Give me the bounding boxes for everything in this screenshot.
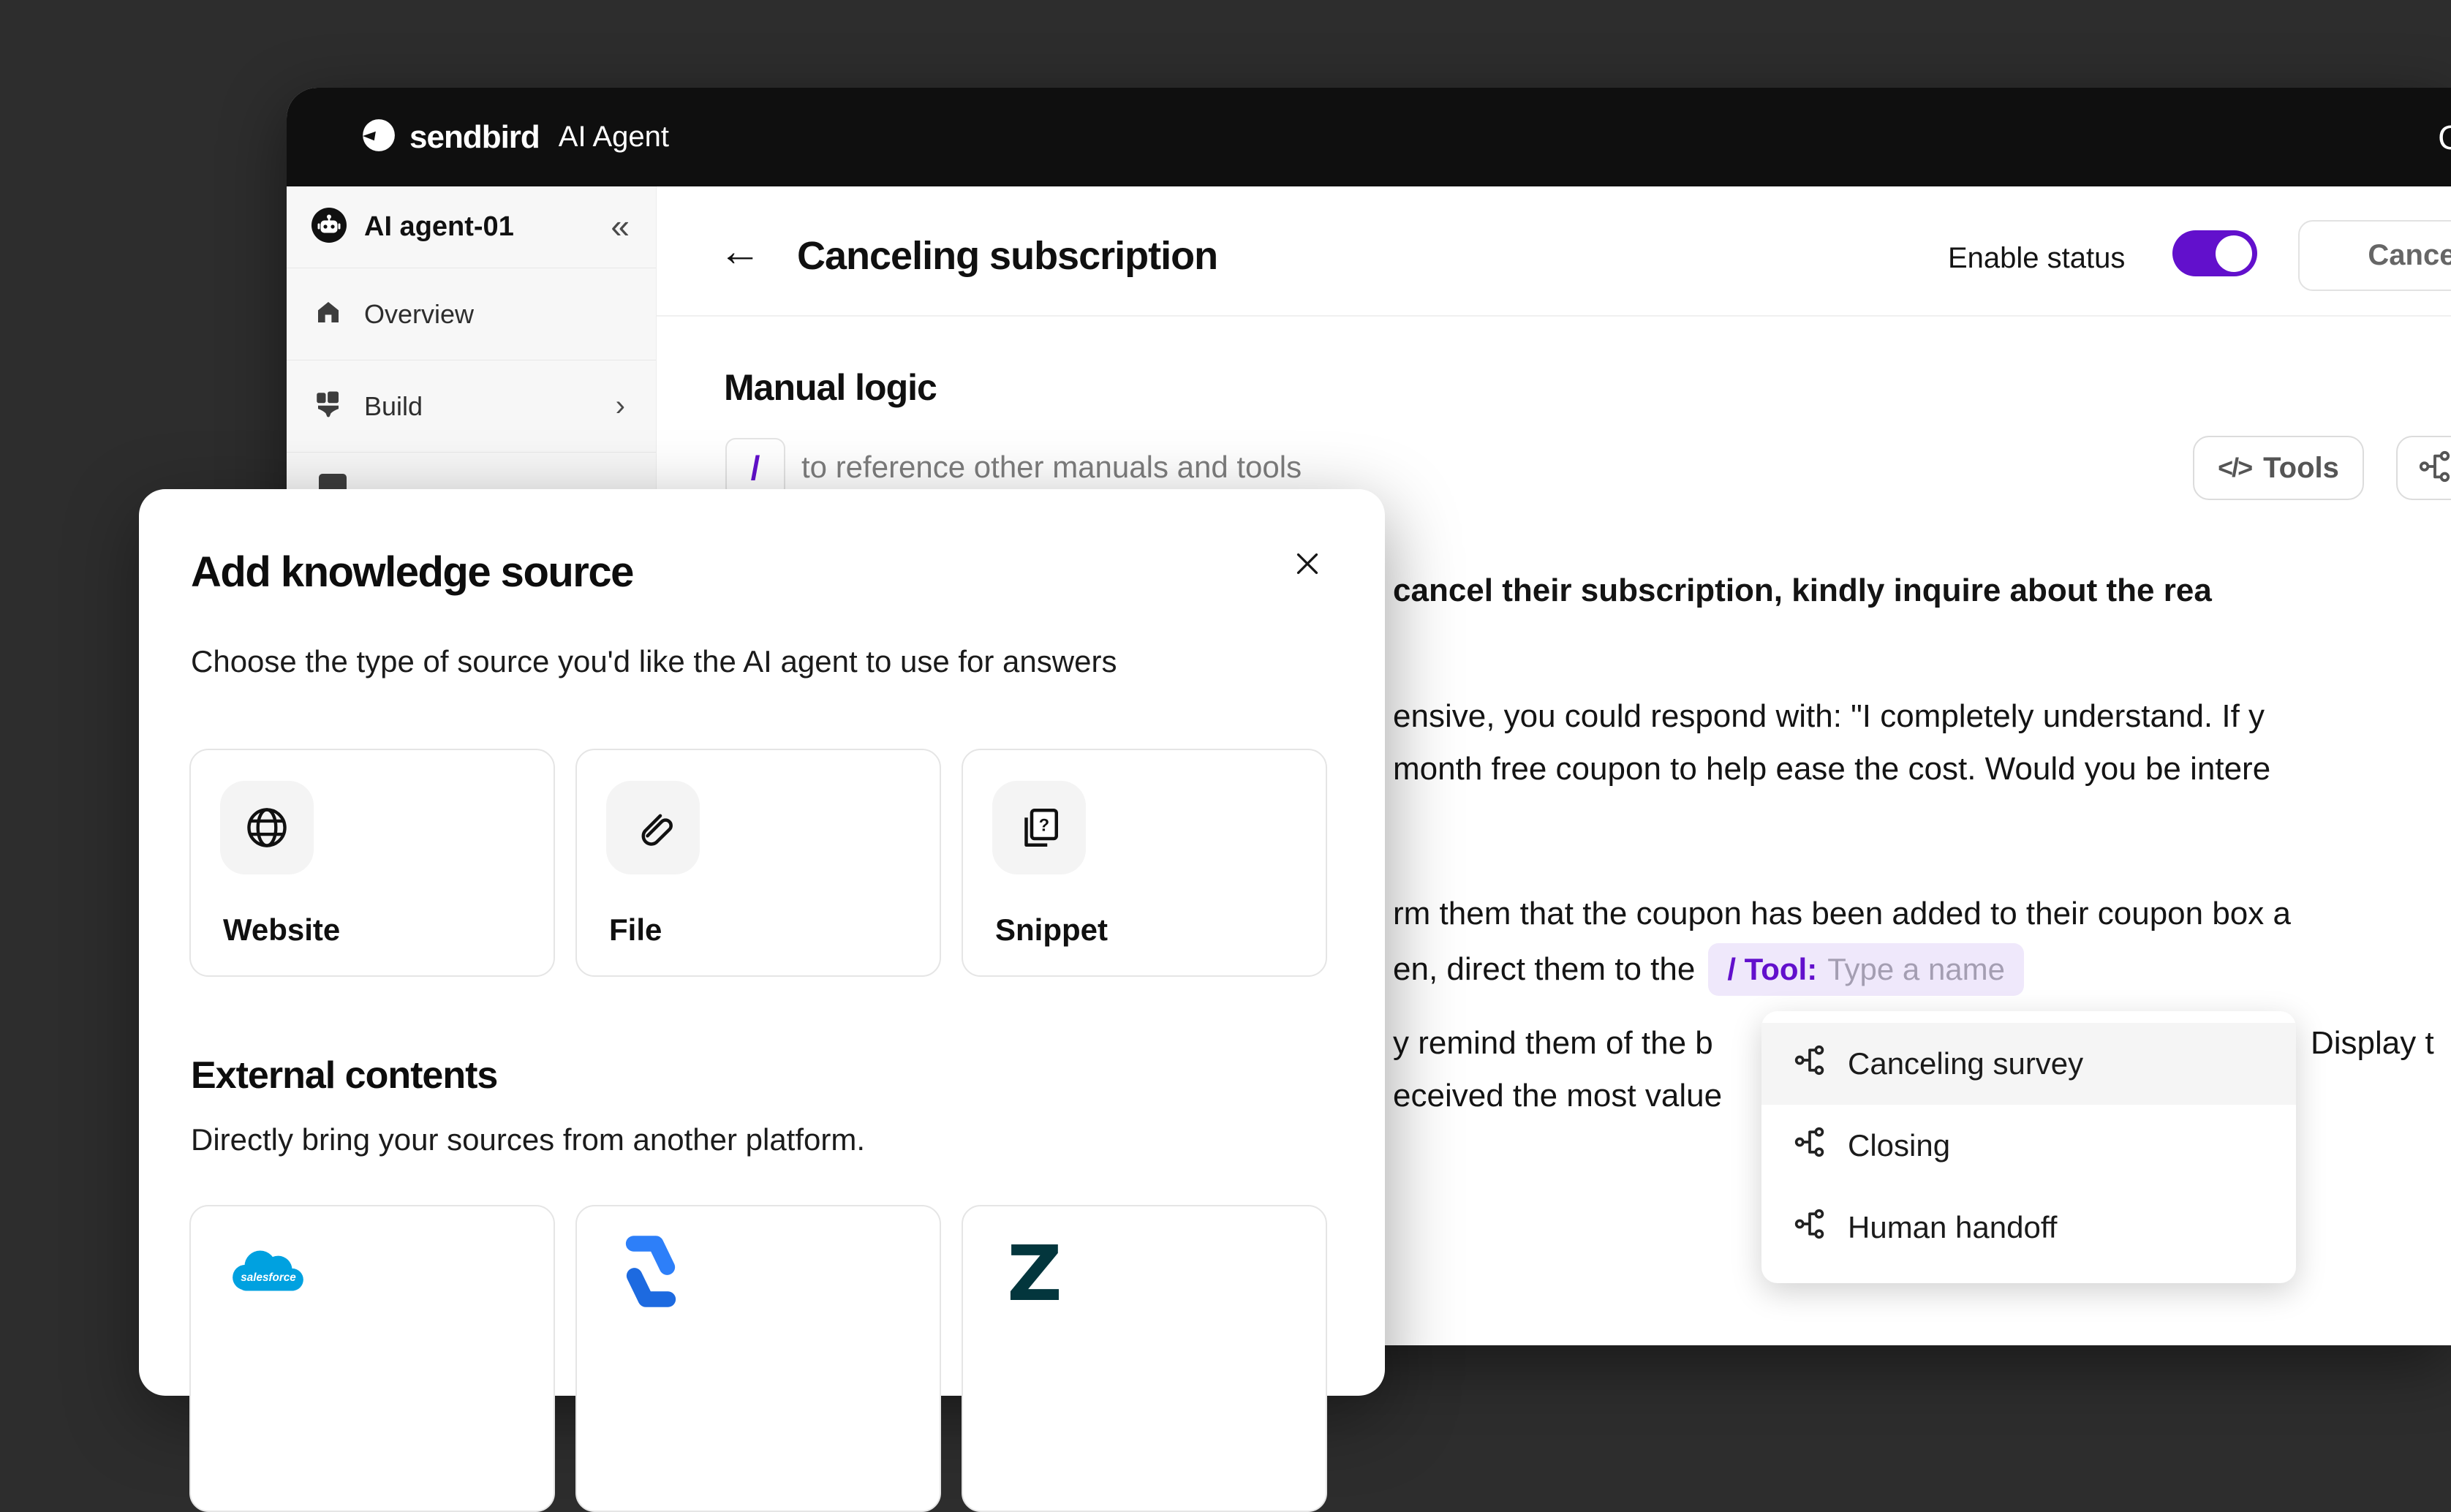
topbar: sendbird AI Agent O bbox=[287, 88, 2451, 186]
workflow-button[interactable] bbox=[2396, 436, 2451, 500]
sidebar-item-label: Build bbox=[364, 390, 423, 421]
editor-line: cancel their subscription, kindly inquir… bbox=[1393, 572, 2212, 608]
external-contents-title: External contents bbox=[191, 1054, 498, 1097]
external-contents-subtitle: Directly bring your sources from another… bbox=[191, 1122, 866, 1157]
tool-trigger-label: / Tool: bbox=[1727, 952, 1818, 986]
editor-line-with-tool: en, direct them to the / Tool: Type a na… bbox=[1393, 943, 2024, 996]
dropdown-item-label: Human handoff bbox=[1848, 1210, 2058, 1244]
sidebar-partial-item-icon bbox=[319, 474, 347, 490]
modal-subtitle: Choose the type of source you'd like the… bbox=[191, 644, 1117, 678]
product-name: AI Agent bbox=[558, 121, 670, 153]
source-card-label: File bbox=[609, 912, 662, 947]
dropdown-item-label: Closing bbox=[1848, 1128, 1951, 1163]
enable-status-toggle[interactable] bbox=[2172, 230, 2257, 276]
tool-name-placeholder: Type a name bbox=[1827, 952, 2005, 986]
editor-line: eceived the most value bbox=[1393, 1078, 1723, 1114]
brush-icon bbox=[313, 389, 344, 423]
snippet-icon: ? bbox=[992, 781, 1086, 874]
tool-suggestion-dropdown: Canceling survey Closing Human handoff bbox=[1761, 1011, 2296, 1283]
workflow-icon bbox=[2418, 450, 2451, 487]
source-card-file[interactable]: File bbox=[575, 749, 941, 977]
tool-name-input[interactable]: / Tool: Type a name bbox=[1708, 943, 2024, 996]
toggle-knob bbox=[2216, 235, 2252, 272]
editor-line: rm them that the coupon has been added t… bbox=[1393, 896, 2291, 931]
salesforce-wordmark: salesforce bbox=[241, 1271, 296, 1284]
paperclip-icon bbox=[606, 781, 700, 874]
close-icon[interactable] bbox=[1288, 545, 1326, 583]
enable-status-label: Enable status bbox=[1948, 242, 2126, 274]
editor-line: en, direct them to the bbox=[1393, 951, 1696, 987]
workflow-icon bbox=[1794, 1126, 1826, 1165]
cancel-button[interactable]: Cancel bbox=[2298, 220, 2451, 291]
editor-line: ensive, you could respond with: "I compl… bbox=[1393, 698, 2265, 734]
svg-text:Z: Z bbox=[1007, 1236, 1062, 1303]
globe-icon bbox=[220, 781, 314, 874]
page-header: ← Canceling subscription Enable status C… bbox=[657, 186, 2451, 317]
platform-card-confluence[interactable] bbox=[575, 1205, 941, 1512]
source-card-snippet[interactable]: ? Snippet bbox=[962, 749, 1327, 977]
dropdown-item-label: Canceling survey bbox=[1848, 1046, 2084, 1081]
code-icon: </> bbox=[2218, 453, 2253, 483]
sidebar-item-overview[interactable]: Overview bbox=[287, 268, 656, 360]
editor-line: Display t bbox=[2311, 1025, 2434, 1061]
back-arrow-icon[interactable]: ← bbox=[719, 230, 761, 273]
section-title: Manual logic bbox=[724, 367, 937, 408]
source-card-label: Snippet bbox=[995, 912, 1108, 947]
modal-title: Add knowledge source bbox=[191, 548, 634, 596]
salesforce-logo: salesforce bbox=[227, 1244, 309, 1304]
workflow-icon bbox=[1794, 1044, 1826, 1084]
topbar-right-truncated-text[interactable]: O bbox=[2438, 118, 2451, 157]
workflow-icon bbox=[1794, 1208, 1826, 1247]
sidebar-agent-selector[interactable]: AI agent-01 « bbox=[287, 186, 656, 268]
sidebar-item-build[interactable]: Build › bbox=[287, 360, 656, 453]
robot-avatar-icon bbox=[311, 208, 347, 246]
page-title: Canceling subscription bbox=[797, 234, 1218, 278]
tools-button[interactable]: </> Tools bbox=[2193, 436, 2364, 500]
sidebar-collapse-icon[interactable]: « bbox=[611, 205, 630, 245]
source-type-row: Website File ? Snippet bbox=[189, 749, 1327, 977]
sidebar-item-label: Overview bbox=[364, 298, 475, 329]
svg-text:?: ? bbox=[1039, 815, 1050, 835]
zendesk-logo: Z bbox=[1005, 1229, 1064, 1318]
confluence-logo bbox=[622, 1234, 679, 1312]
tools-button-label: Tools bbox=[2263, 451, 2339, 484]
logo-wordmark: sendbird bbox=[409, 118, 540, 155]
external-platform-row: salesforce Z bbox=[189, 1205, 1327, 1512]
sendbird-logo-icon bbox=[360, 117, 396, 157]
editor-line: y remind them of the b bbox=[1393, 1025, 1713, 1061]
add-knowledge-source-modal: Add knowledge source Choose the type of … bbox=[139, 489, 1385, 1512]
cancel-button-label: Cancel bbox=[2368, 239, 2451, 271]
chevron-right-icon: › bbox=[615, 390, 625, 422]
slash-hint-text: to reference other manuals and tools bbox=[801, 450, 1302, 484]
platform-card-zendesk[interactable]: Z bbox=[962, 1205, 1327, 1512]
home-icon bbox=[313, 297, 344, 331]
dropdown-item-closing[interactable]: Closing bbox=[1761, 1105, 2296, 1187]
source-card-website[interactable]: Website bbox=[189, 749, 555, 977]
agent-name: AI agent-01 bbox=[364, 211, 514, 242]
platform-card-salesforce[interactable]: salesforce bbox=[189, 1205, 555, 1512]
editor-line: month free coupon to help ease the cost.… bbox=[1393, 751, 2271, 787]
dropdown-item-human-handoff[interactable]: Human handoff bbox=[1761, 1187, 2296, 1269]
dropdown-item-canceling-survey[interactable]: Canceling survey bbox=[1761, 1023, 2296, 1105]
source-card-label: Website bbox=[223, 912, 341, 947]
